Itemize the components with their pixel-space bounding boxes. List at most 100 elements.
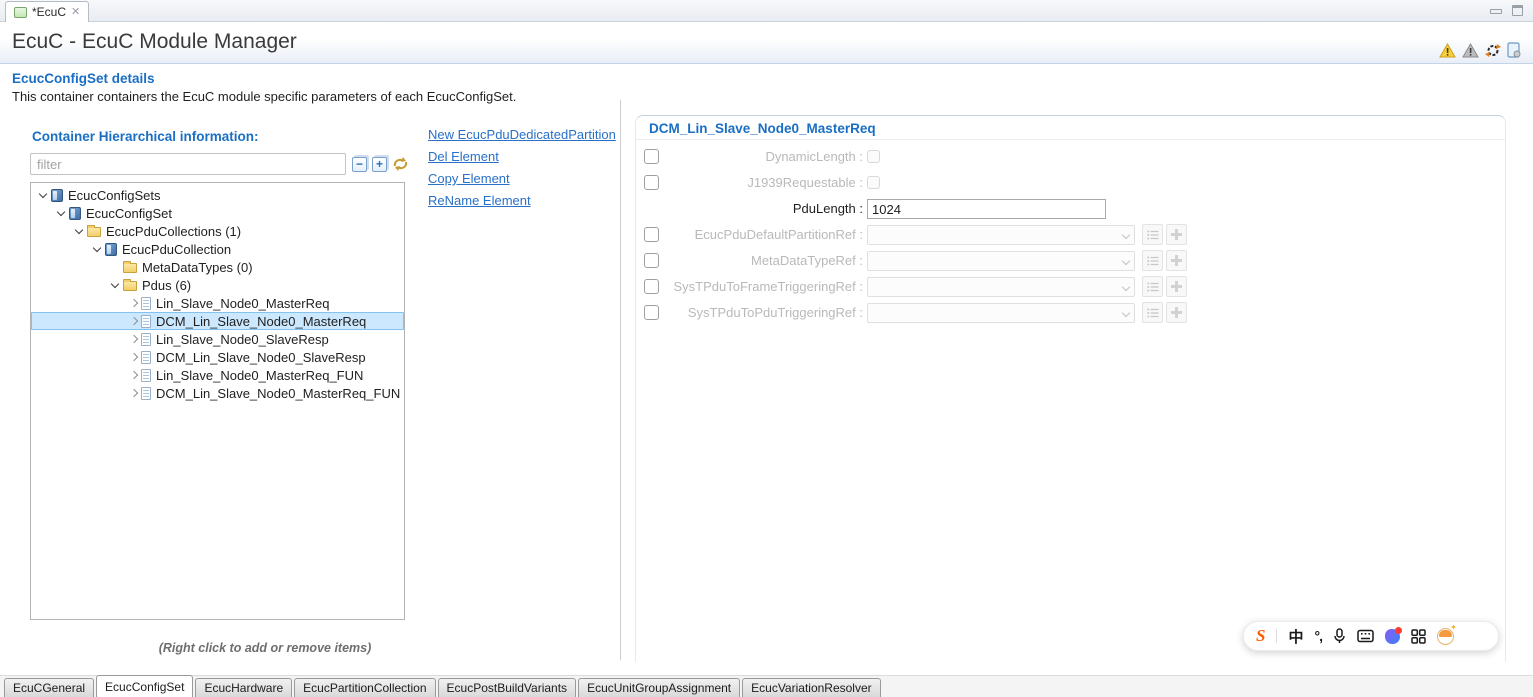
bottom-tab-ecucvariationresolver[interactable]: EcucVariationResolver (742, 678, 881, 697)
expand-all-button[interactable]: + (372, 157, 387, 172)
ime-apps-button[interactable] (1411, 629, 1426, 644)
param-row: DynamicLength : (636, 144, 1505, 170)
tree-item[interactable]: MetaDataTypes (0) (31, 258, 404, 276)
action-link[interactable]: Copy Element (428, 171, 616, 186)
tree-item-label: Lin_Slave_Node0_MasterReq (156, 296, 329, 311)
tree-item[interactable]: DCM_Lin_Slave_Node0_SlaveResp (31, 348, 404, 366)
generate-doc-icon[interactable] (1507, 42, 1521, 58)
param-rows: DynamicLength :J1939Requestable :PduLeng… (636, 144, 1505, 326)
filter-input[interactable] (30, 153, 346, 175)
param-row: J1939Requestable : (636, 170, 1505, 196)
list-icon (1147, 282, 1159, 292)
ime-language-mode-button[interactable]: 中 (1288, 626, 1303, 647)
bottom-tab-ecucconfigset[interactable]: EcucConfigSet (96, 675, 193, 697)
chevron-down-icon[interactable] (37, 189, 51, 201)
module-icon (51, 189, 63, 202)
list-select-button (1142, 276, 1163, 297)
chevron-down-icon[interactable] (91, 243, 105, 255)
param-checkbox (867, 150, 880, 163)
tree-item-label: Lin_Slave_Node0_SlaveResp (156, 332, 329, 347)
bottom-tab-ecucpartitioncollection[interactable]: EcucPartitionCollection (294, 678, 435, 697)
bottom-tab-ecucunitgroupassignment[interactable]: EcucUnitGroupAssignment (578, 678, 740, 697)
close-icon[interactable]: ✕ (71, 7, 80, 18)
folder-icon (123, 263, 137, 273)
param-row: SysTPduToPduTriggeringRef : (636, 300, 1505, 326)
param-label: DynamicLength : (646, 144, 863, 170)
folder-icon (123, 281, 137, 291)
collapse-all-button[interactable]: − (352, 157, 367, 172)
chevron-right-icon[interactable] (127, 333, 141, 345)
tree-item[interactable]: Lin_Slave_Node0_SlaveResp (31, 330, 404, 348)
chevron-down-icon[interactable] (109, 279, 123, 291)
pdulength-input[interactable] (867, 199, 1106, 219)
param-combo (867, 277, 1135, 297)
left-panel-hint: (Right click to add or remove items) (30, 641, 500, 655)
param-label: J1939Requestable : (646, 170, 863, 196)
tree-item[interactable]: EcucPduCollections (1) (31, 222, 404, 240)
bottom-tab-ecuchardware[interactable]: EcucHardware (195, 678, 292, 697)
action-link[interactable]: Del Element (428, 149, 616, 164)
module-icon (69, 207, 81, 220)
list-icon (1147, 308, 1159, 318)
tree-item[interactable]: EcucPduCollection (31, 240, 404, 258)
param-row: EcucPduDefaultPartitionRef : (636, 222, 1505, 248)
chevron-right-icon[interactable] (127, 369, 141, 381)
tree-item[interactable]: Lin_Slave_Node0_MasterReq (31, 294, 404, 312)
add-reference-button (1166, 302, 1187, 323)
tree-item[interactable]: EcucConfigSets (31, 186, 404, 204)
ime-logo[interactable]: S (1256, 626, 1265, 646)
add-reference-button (1166, 276, 1187, 297)
tree-item[interactable]: Lin_Slave_Node0_MasterReq_FUN (31, 366, 404, 384)
editor-tab-ecuc[interactable]: *EcuC ✕ (5, 1, 89, 22)
add-reference-button (1166, 224, 1187, 245)
tree-item-label: DCM_Lin_Slave_Node0_MasterReq (156, 314, 366, 329)
tree-item-label: EcucPduCollection (122, 242, 231, 257)
chevron-down-icon[interactable] (55, 207, 69, 219)
bottom-tabbar: EcuCGeneralEcucConfigSetEcucHardwareEcuc… (0, 675, 1533, 697)
action-link[interactable]: ReName Element (428, 193, 616, 208)
param-label: PduLength : (646, 196, 863, 222)
microphone-icon (1333, 628, 1346, 644)
editor-file-icon (14, 7, 27, 18)
chevron-right-icon[interactable] (127, 315, 141, 327)
tree-item[interactable]: DCM_Lin_Slave_Node0_MasterReq_FUN (31, 384, 404, 402)
refresh-sync-button[interactable] (392, 156, 409, 172)
ime-punctuation-button[interactable]: °, (1314, 628, 1322, 644)
param-combo (867, 303, 1135, 323)
tree-item[interactable]: EcucConfigSet (31, 204, 404, 222)
plus-icon (1171, 255, 1182, 266)
ime-mic-button[interactable] (1333, 628, 1346, 644)
detail-titlebar: DCM_Lin_Slave_Node0_MasterReq (636, 116, 1505, 140)
chevron-right-icon[interactable] (127, 387, 141, 399)
ime-keyboard-button[interactable] (1357, 629, 1374, 643)
list-select-button (1142, 302, 1163, 323)
detail-panel: DCM_Lin_Slave_Node0_MasterReq DynamicLen… (635, 115, 1506, 662)
chevron-right-icon[interactable] (127, 297, 141, 309)
bottom-tab-ecucpostbuildvariants[interactable]: EcucPostBuildVariants (438, 678, 577, 697)
ime-emoji-button[interactable] (1437, 628, 1454, 645)
tree-item-label: Lin_Slave_Node0_MasterReq_FUN (156, 368, 363, 383)
tree-item-label: Pdus (6) (142, 278, 191, 293)
section-title: EcucConfigSet details (12, 71, 155, 86)
minimize-icon[interactable] (1490, 9, 1502, 14)
tree-item[interactable]: DCM_Lin_Slave_Node0_MasterReq (31, 312, 404, 330)
document-icon (141, 315, 151, 328)
param-row: SysTPduToFrameTriggeringRef : (636, 274, 1505, 300)
action-link[interactable]: New EcucPduDedicatedPartition (428, 127, 616, 142)
param-row: MetaDataTypeRef : (636, 248, 1505, 274)
filter-buttons: − + (352, 156, 409, 172)
model-sync-icon[interactable] (1485, 43, 1501, 58)
chevron-down-icon (1123, 284, 1129, 290)
left-panel-title: Container Hierarchical information: (32, 129, 259, 144)
bottom-tab-ecucgeneral[interactable]: EcuCGeneral (4, 678, 94, 697)
folder-icon (87, 227, 101, 237)
param-row: PduLength : (636, 196, 1505, 222)
ime-skin-button[interactable] (1385, 629, 1400, 644)
header-icons (1439, 42, 1521, 58)
chevron-right-icon[interactable] (127, 351, 141, 363)
plus-icon (1171, 229, 1182, 240)
document-icon (141, 297, 151, 310)
maximize-icon[interactable] (1512, 5, 1523, 16)
tree-item[interactable]: Pdus (6) (31, 276, 404, 294)
chevron-down-icon[interactable] (73, 225, 87, 237)
